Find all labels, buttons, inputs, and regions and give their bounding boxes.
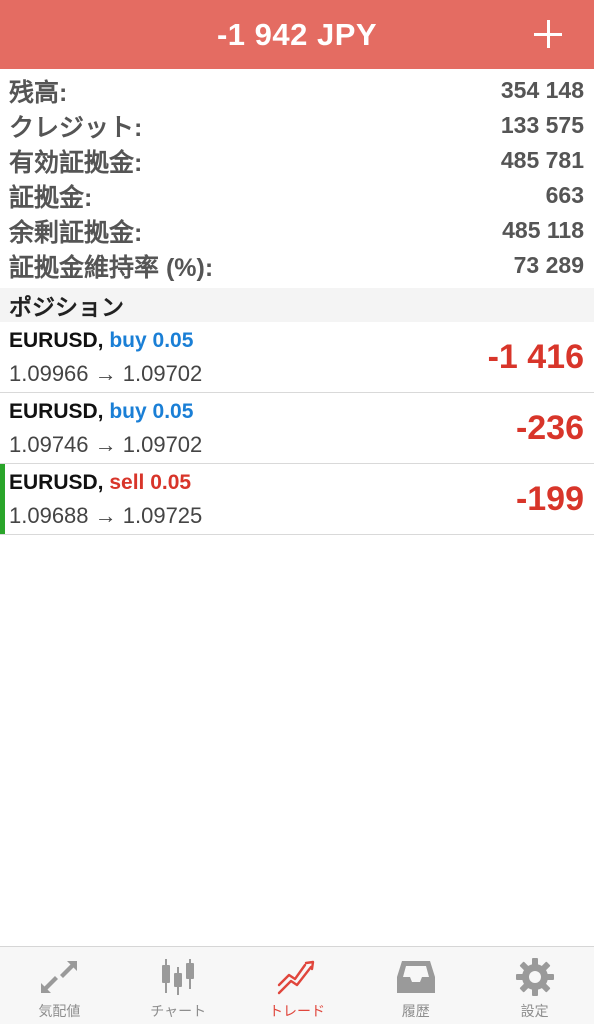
tab-settings[interactable]: 設定: [475, 947, 594, 1024]
position-type: sell 0.05: [109, 471, 192, 494]
tab-label: チャート: [150, 1003, 207, 1019]
summary-row-balance: 残高: 354 148: [0, 73, 594, 108]
position-row[interactable]: EURUSD, buy 0.05 1.09966 → 1.09702 -1 41…: [0, 322, 594, 393]
position-row[interactable]: EURUSD, buy 0.05 1.09746 → 1.09702 -236: [0, 393, 594, 464]
position-type: buy 0.05: [109, 329, 194, 352]
summary-value: 354 148: [500, 77, 584, 103]
tab-label: 履歴: [401, 1003, 430, 1019]
summary-label: 有効証拠金:: [9, 148, 143, 177]
summary-value: 663: [545, 182, 584, 208]
summary-label: 証拠金維持率 (%):: [9, 253, 214, 282]
tab-chart[interactable]: チャート: [119, 947, 238, 1024]
account-summary: 残高: 354 148 クレジット: 133 575 有効証拠金: 485 78…: [0, 73, 594, 283]
history-icon: [396, 961, 435, 993]
quotes-icon: [41, 961, 78, 993]
trade-screen: -1 942 JPY 残高: 354 148 クレジット: 133 575 有効…: [0, 0, 594, 1024]
position-profit: -199: [515, 480, 584, 518]
plus-icon[interactable]: [528, 14, 568, 54]
position-profit: -1 416: [487, 338, 584, 376]
profit-total-title: -1 942 JPY: [216, 16, 378, 52]
settings-icon: [515, 958, 554, 996]
summary-row-free-margin: 余剰証拠金: 485 118: [0, 213, 594, 248]
summary-value: 485 118: [502, 217, 584, 243]
summary-label: 証拠金:: [9, 183, 93, 212]
summary-row-margin: 証拠金: 663: [0, 178, 594, 213]
position-profit: -236: [515, 409, 584, 447]
position-prices: 1.09966 → 1.09702: [9, 361, 203, 386]
trade-icon: [277, 960, 315, 995]
header-bar: -1 942 JPY: [0, 0, 594, 69]
section-title: ポジション: [9, 294, 124, 320]
tab-label: トレード: [268, 1003, 325, 1019]
position-symbol: EURUSD,: [9, 329, 104, 352]
positions-section-header: ポジション: [0, 288, 594, 322]
tab-trade[interactable]: トレード: [238, 947, 357, 1024]
summary-label: 残高:: [9, 78, 68, 107]
position-prices: 1.09688 → 1.09725: [9, 503, 203, 528]
tab-label: 設定: [520, 1003, 549, 1019]
position-symbol: EURUSD,: [9, 471, 104, 494]
tab-history[interactable]: 履歴: [356, 947, 475, 1024]
position-type: buy 0.05: [109, 400, 194, 423]
position-prices: 1.09746 → 1.09702: [9, 432, 203, 457]
summary-value: 485 781: [500, 147, 584, 173]
selected-indicator: [0, 464, 5, 534]
tab-bar: 気配値 チャート トレード 履歴 設定: [0, 946, 594, 1024]
chart-icon: [162, 959, 195, 995]
summary-row-margin-level: 証拠金維持率 (%): 73 289: [0, 248, 594, 283]
summary-row-equity: 有効証拠金: 485 781: [0, 143, 594, 178]
tab-label: 気配値: [38, 1003, 81, 1019]
summary-row-credit: クレジット: 133 575: [0, 108, 594, 143]
tab-quotes[interactable]: 気配値: [0, 947, 119, 1024]
position-row-selected[interactable]: EURUSD, sell 0.05 1.09688 → 1.09725 -199: [0, 464, 594, 535]
summary-label: クレジット:: [9, 113, 143, 142]
summary-value: 73 289: [513, 252, 584, 278]
position-symbol: EURUSD,: [9, 400, 104, 423]
summary-value: 133 575: [500, 112, 584, 138]
summary-label: 余剰証拠金:: [9, 218, 143, 247]
positions-list: EURUSD, buy 0.05 1.09966 → 1.09702 -1 41…: [0, 322, 594, 535]
